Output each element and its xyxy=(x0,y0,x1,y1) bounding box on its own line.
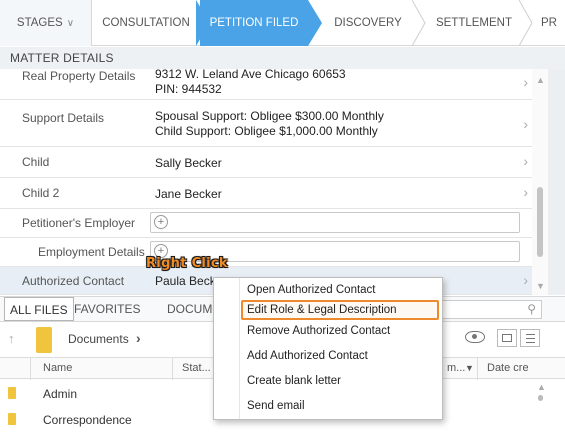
folder-icon xyxy=(8,413,16,425)
menu-item-edit-role-legal-description[interactable]: Edit Role & Legal Description xyxy=(247,304,397,316)
detail-label: Petitioner's Employer xyxy=(22,216,136,230)
column-modified[interactable]: m... xyxy=(447,362,465,374)
chevron-right-icon: › xyxy=(523,116,528,132)
grid-view-icon xyxy=(502,334,512,342)
column-date-created[interactable]: Date cre xyxy=(487,362,529,374)
detail-value: Jane Becker xyxy=(155,187,222,201)
detail-value-line2: Child Support: Obligee $1,000.00 Monthly xyxy=(155,124,378,138)
stage-separator xyxy=(308,0,322,46)
context-menu-icon-column xyxy=(214,278,240,419)
sort-down-icon[interactable]: ▼ xyxy=(465,363,474,373)
column-divider xyxy=(30,358,31,380)
menu-item-remove-authorized-contact[interactable]: Remove Authorized Contact xyxy=(247,325,390,337)
files-search-input[interactable]: ⚲ xyxy=(435,300,542,319)
side-panel-edge xyxy=(548,69,565,295)
detail-label: Authorized Contact xyxy=(22,274,125,288)
stage-label: PR xyxy=(541,17,557,29)
menu-item-send-email[interactable]: Send email xyxy=(247,400,305,412)
stage-petition-filed[interactable]: PETITION FILED xyxy=(200,0,308,46)
breadcrumb-documents[interactable]: Documents xyxy=(68,332,129,346)
tab-all-files[interactable]: ALL FILES xyxy=(4,297,74,321)
chevron-down-icon: ∨ xyxy=(66,18,75,29)
list-view-icon-line xyxy=(526,342,535,343)
grid-view-button[interactable] xyxy=(497,329,517,347)
stage-discovery[interactable]: DISCOVERY xyxy=(322,0,414,46)
scroll-down-icon[interactable]: ▼ xyxy=(536,281,545,291)
stages-dropdown[interactable]: STAGES ∨ xyxy=(0,0,92,46)
tab-favorites[interactable]: FAVORITES xyxy=(74,297,140,321)
file-name: Admin xyxy=(43,387,78,401)
detail-label: Employment Details xyxy=(38,245,145,259)
folder-icon xyxy=(36,327,52,353)
detail-value-line2: PIN: 944532 xyxy=(155,82,222,96)
right-click-annotation: Right Click xyxy=(146,256,228,271)
detail-row-child[interactable]: Child Sally Becker › xyxy=(0,147,548,178)
tab-documents[interactable]: DOCUM xyxy=(167,297,212,321)
detail-value-line1: Spousal Support: Obligee $300.00 Monthly xyxy=(155,109,384,123)
column-name[interactable]: Name xyxy=(43,362,72,374)
scroll-up-icon[interactable]: ▲ xyxy=(537,382,546,392)
detail-label: Child xyxy=(22,155,50,169)
plus-circle-icon[interactable]: + xyxy=(154,215,168,229)
scrollbar-thumb[interactable] xyxy=(537,187,543,257)
menu-item-open-authorized-contact[interactable]: Open Authorized Contact xyxy=(247,284,376,296)
list-view-button[interactable] xyxy=(520,329,540,347)
chevron-right-icon: › xyxy=(523,272,528,288)
stage-label: DISCOVERY xyxy=(334,17,402,29)
eye-icon[interactable] xyxy=(465,331,485,343)
add-employer-field[interactable]: + xyxy=(150,212,520,233)
scroll-up-icon[interactable]: ▲ xyxy=(536,75,545,85)
stage-settlement[interactable]: SETTLEMENT xyxy=(425,0,523,46)
file-name: Correspondence xyxy=(43,413,132,427)
list-view-icon xyxy=(526,334,535,335)
stage-pr[interactable]: PR xyxy=(541,0,565,46)
detail-row-real-property[interactable]: Real Property Details 9312 W. Leland Ave… xyxy=(0,69,548,100)
stage-consultation[interactable]: CONSULTATION xyxy=(92,0,200,46)
detail-label: Real Property Details xyxy=(22,69,136,83)
stage-label: CONSULTATION xyxy=(102,17,190,29)
detail-value: Sally Becker xyxy=(155,156,222,170)
folder-icon xyxy=(8,387,16,399)
detail-label: Child 2 xyxy=(22,186,60,200)
context-menu: Open Authorized Contact Edit Role & Lega… xyxy=(213,277,443,420)
stage-separator xyxy=(412,0,426,46)
search-icon: ⚲ xyxy=(527,302,536,316)
list-view-icon-line xyxy=(526,338,535,339)
menu-item-add-authorized-contact[interactable]: Add Authorized Contact xyxy=(247,350,368,362)
detail-row-petitioner-employer: Petitioner's Employer + xyxy=(0,209,548,238)
chevron-right-icon: › xyxy=(523,153,528,169)
scrollbar-thumb[interactable] xyxy=(538,395,543,401)
arrow-up-icon[interactable]: ↑ xyxy=(8,331,15,346)
files-scrollbar[interactable]: ▲ xyxy=(532,380,548,433)
stage-label: SETTLEMENT xyxy=(435,17,513,29)
detail-row-employment-details: Employment Details + xyxy=(0,238,548,267)
stage-separator xyxy=(519,0,533,46)
matter-details-header: MATTER DETAILS xyxy=(0,47,565,69)
detail-value: Paula Beck xyxy=(155,274,216,288)
matter-details-list: Real Property Details 9312 W. Leland Ave… xyxy=(0,69,548,295)
chevron-right-icon: › xyxy=(523,74,528,90)
detail-value-line1: 9312 W. Leland Ave Chicago 60653 xyxy=(155,69,346,81)
stage-label: PETITION FILED xyxy=(209,17,299,29)
column-divider xyxy=(172,358,173,380)
menu-item-create-blank-letter[interactable]: Create blank letter xyxy=(247,375,341,387)
stage-bar: STAGES ∨ CONSULTATION PETITION FILED DISC… xyxy=(0,0,565,46)
chevron-right-icon[interactable]: › xyxy=(136,330,141,346)
chevron-right-icon: › xyxy=(523,184,528,200)
details-scrollbar[interactable]: ▲ ▼ xyxy=(532,69,548,295)
column-divider xyxy=(477,358,478,380)
detail-label: Support Details xyxy=(22,111,105,125)
stages-dropdown-label: STAGES xyxy=(16,17,63,29)
detail-row-support[interactable]: Support Details Spousal Support: Obligee… xyxy=(0,100,548,147)
column-status[interactable]: Stat... xyxy=(182,362,211,374)
detail-row-child-2[interactable]: Child 2 Jane Becker › xyxy=(0,178,548,209)
